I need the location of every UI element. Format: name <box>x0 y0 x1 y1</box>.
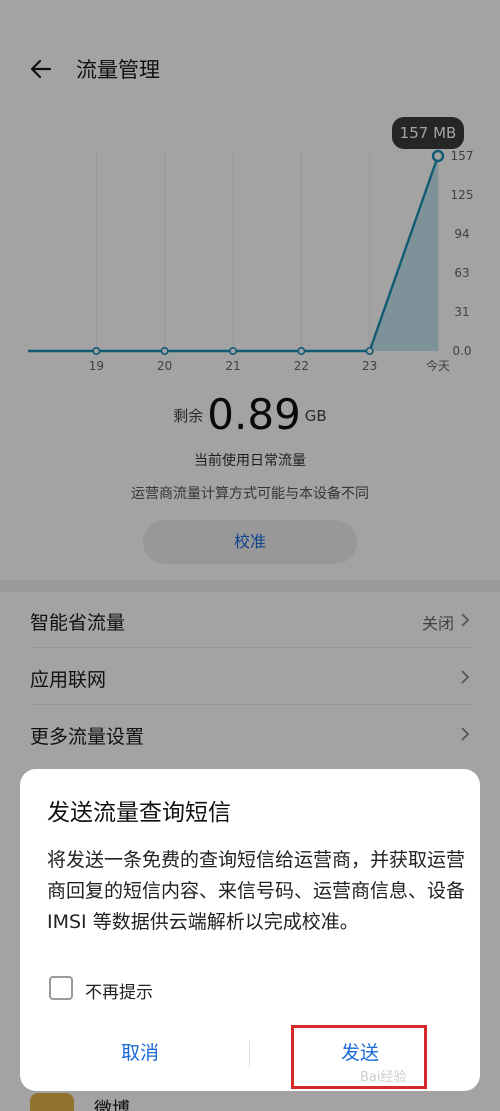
dont-remind-checkbox[interactable] <box>49 976 73 1000</box>
cancel-button[interactable]: 取消 <box>60 1031 220 1075</box>
watermark: Bai经验 <box>360 1070 407 1085</box>
button-divider <box>249 1041 250 1067</box>
dont-remind-label[interactable]: 不再提示 <box>85 978 153 1003</box>
dialog-body: 将发送一条免费的查询短信给运营商，并获取运营商回复的短信内容、来信号码、运营商信… <box>47 849 466 933</box>
dialog-title: 发送流量查询短信 <box>47 800 231 826</box>
